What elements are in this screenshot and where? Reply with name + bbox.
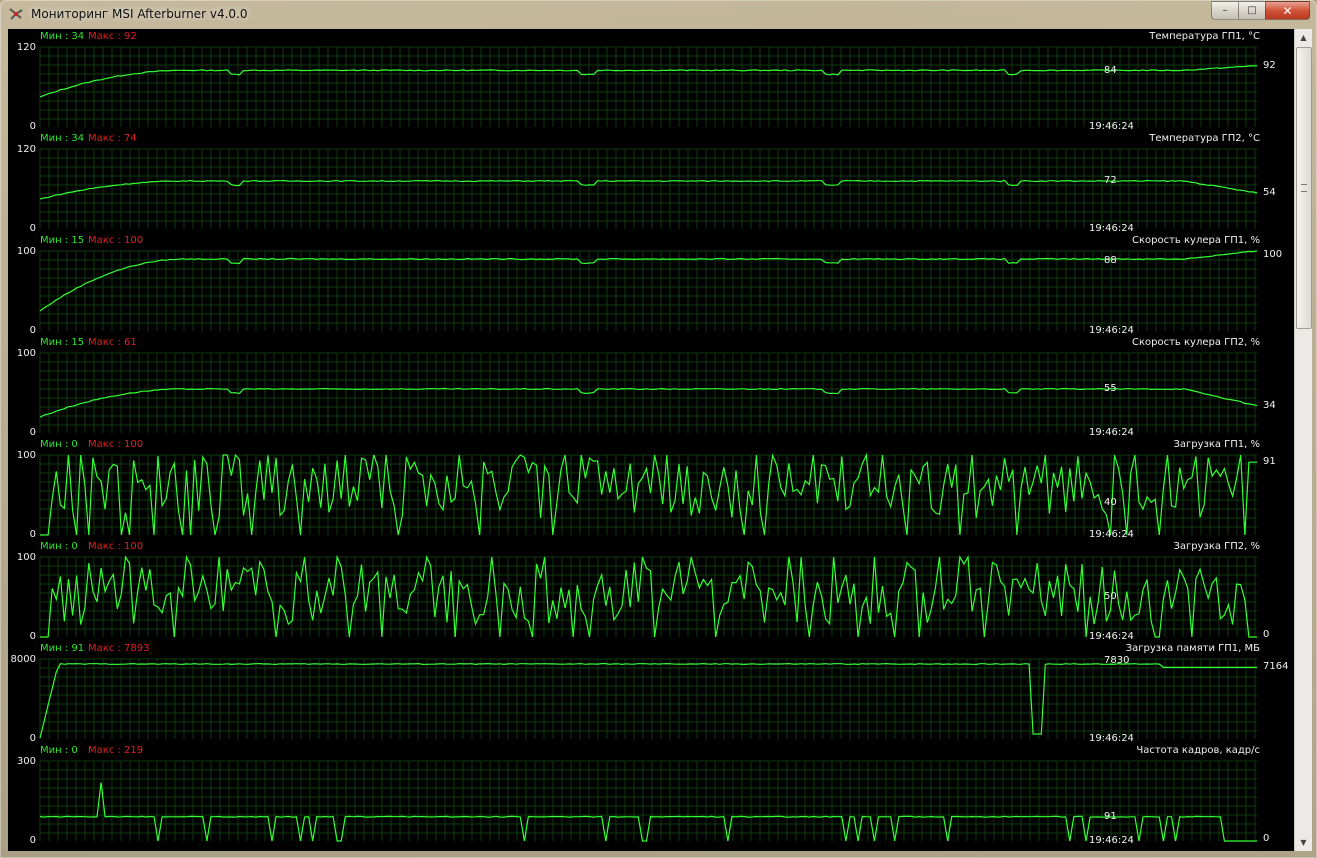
graph-cursor-value: 7830 <box>1104 654 1130 666</box>
graph-panel[interactable]: Мин : 0 Макс : 100 Загрузка ГП1, % 100 0 19:4… <box>8 437 1294 540</box>
graph-min-label: Мин : 15 <box>40 337 85 348</box>
graph-cursor-value: 50 <box>1104 591 1117 602</box>
graph-y-max-label: 120 <box>16 42 36 53</box>
graph-series-line <box>39 662 1257 739</box>
title-bar[interactable]: Мониторинг MSI Afterburner v4.0.0 – □ ✕ <box>0 0 1317 30</box>
graph-title: Скорость кулера ГП1, % <box>1132 235 1260 246</box>
graph-cursor-value: 40 <box>1104 497 1117 508</box>
graph-cursor-value: 84 <box>1104 65 1117 76</box>
graph-y-max-label: 100 <box>16 450 36 461</box>
graph-title: Скорость кулера ГП2, % <box>1132 337 1260 348</box>
graph-current-value: 100 <box>1263 249 1283 260</box>
graph-cursor-value: 91 <box>1104 810 1117 822</box>
scrollbar-thumb[interactable] <box>1296 47 1312 329</box>
vertical-scrollbar[interactable]: ▲ ▼ <box>1294 29 1312 851</box>
graph-title: Частота кадров, кадр/с <box>1136 745 1260 756</box>
graph-series-line <box>39 387 1258 418</box>
graph-max-label: Макс : 92 <box>88 31 137 42</box>
graph-min-label: Мин : 91 <box>40 643 85 654</box>
graph-plot <box>39 658 1257 739</box>
scroll-down-arrow-icon[interactable]: ▼ <box>1295 834 1312 851</box>
graph-max-label: Макс : 74 <box>88 133 137 144</box>
scroll-up-arrow-icon[interactable]: ▲ <box>1295 29 1312 46</box>
graph-y-max-label: 300 <box>16 756 36 767</box>
graph-plot <box>39 554 1257 638</box>
graph-max-label: Макс : 219 <box>88 745 144 756</box>
minimize-button[interactable]: – <box>1211 1 1238 20</box>
graph-current-value: 34 <box>1263 399 1276 411</box>
graph-series-line <box>39 782 1257 842</box>
graph-min-label: Мин : 0 <box>40 541 78 552</box>
graph-y-min-label: 0 <box>29 835 36 846</box>
graph-cursor-value: 55 <box>1104 383 1117 394</box>
window-title: Мониторинг MSI Afterburner v4.0.0 <box>31 7 248 21</box>
graph-max-label: Макс : 100 <box>88 541 144 552</box>
graph-timestamp: 19:46:24 <box>1089 835 1134 846</box>
graph-series-line <box>40 554 1257 638</box>
close-button[interactable]: ✕ <box>1265 1 1310 20</box>
graph-plot <box>39 352 1258 433</box>
graph-title: Загрузка ГП1, % <box>1173 439 1260 450</box>
graph-current-value: 0 <box>1263 833 1270 844</box>
graph-cursor-value: 88 <box>1104 254 1117 266</box>
graph-current-value: 92 <box>1263 59 1276 71</box>
graph-panel[interactable]: Мин : 15 Макс : 100 Скорость кулера ГП1, %… <box>8 233 1294 336</box>
graph-max-label: Макс : 7893 <box>88 643 150 654</box>
graph-current-value: 91 <box>1263 456 1276 468</box>
graph-y-max-label: 120 <box>16 144 36 155</box>
graph-min-label: Мин : 0 <box>40 439 78 450</box>
graph-title: Температура ГП2, °C <box>1149 133 1260 144</box>
graph-y-max-label: 8000 <box>10 654 36 665</box>
graph-panel[interactable]: Мин : 34 Макс : 74 Температура ГП2, °C 120 0… <box>8 131 1294 234</box>
graph-title: Загрузка памяти ГП1, МБ <box>1125 643 1260 654</box>
afterburner-app-icon <box>9 8 23 20</box>
graph-panel[interactable]: Мин : 15 Макс : 61 Скорость кулера ГП2, % 1… <box>8 335 1294 438</box>
graph-plot <box>39 250 1258 331</box>
graph-min-label: Мин : 15 <box>40 235 85 246</box>
graph-y-max-label: 100 <box>16 552 36 563</box>
graph-series-line <box>39 179 1258 200</box>
graph-min-label: Мин : 0 <box>40 745 78 756</box>
monitoring-graphs-area[interactable]: Мин : 34 Макс : 92 Температура ГП1, °C 120 0… <box>8 29 1294 851</box>
graph-current-value: 54 <box>1263 187 1276 198</box>
graph-panel[interactable]: Мин : 34 Макс : 92 Температура ГП1, °C 120 0… <box>8 29 1294 132</box>
graph-cursor-value: 72 <box>1104 175 1117 186</box>
graph-panel[interactable]: Мин : 0 Макс : 219 Частота кадров, кадр/с 3… <box>8 743 1294 846</box>
graph-panel[interactable]: Мин : 0 Макс : 100 Загрузка ГП2, % 100 0 19:4… <box>8 539 1294 642</box>
graph-plot <box>39 148 1258 229</box>
graph-plot <box>39 46 1258 127</box>
graph-max-label: Макс : 61 <box>88 337 137 348</box>
afterburner-monitor-window: Мониторинг MSI Afterburner v4.0.0 – □ ✕ … <box>0 0 1317 858</box>
grip-icon <box>1301 184 1307 192</box>
graph-max-label: Макс : 100 <box>88 439 144 450</box>
graph-title: Температура ГП1, °C <box>1149 31 1260 42</box>
graph-plot <box>39 452 1257 536</box>
graph-plot <box>39 760 1257 842</box>
graph-series-line <box>40 452 1257 536</box>
graph-current-value: 0 <box>1263 629 1270 640</box>
graph-min-label: Мин : 34 <box>40 31 85 42</box>
graph-title: Загрузка ГП2, % <box>1173 541 1260 552</box>
window-controls: – □ ✕ <box>1211 1 1310 20</box>
maximize-button[interactable]: □ <box>1238 1 1265 20</box>
graph-max-label: Макс : 100 <box>88 235 144 246</box>
graph-y-max-label: 100 <box>16 246 36 257</box>
graph-y-max-label: 100 <box>16 348 36 359</box>
graph-current-value: 7164 <box>1263 661 1289 673</box>
graph-panel[interactable]: Мин : 91 Макс : 7893 Загрузка памяти ГП1, … <box>8 641 1294 744</box>
graph-min-label: Мин : 34 <box>40 133 85 144</box>
